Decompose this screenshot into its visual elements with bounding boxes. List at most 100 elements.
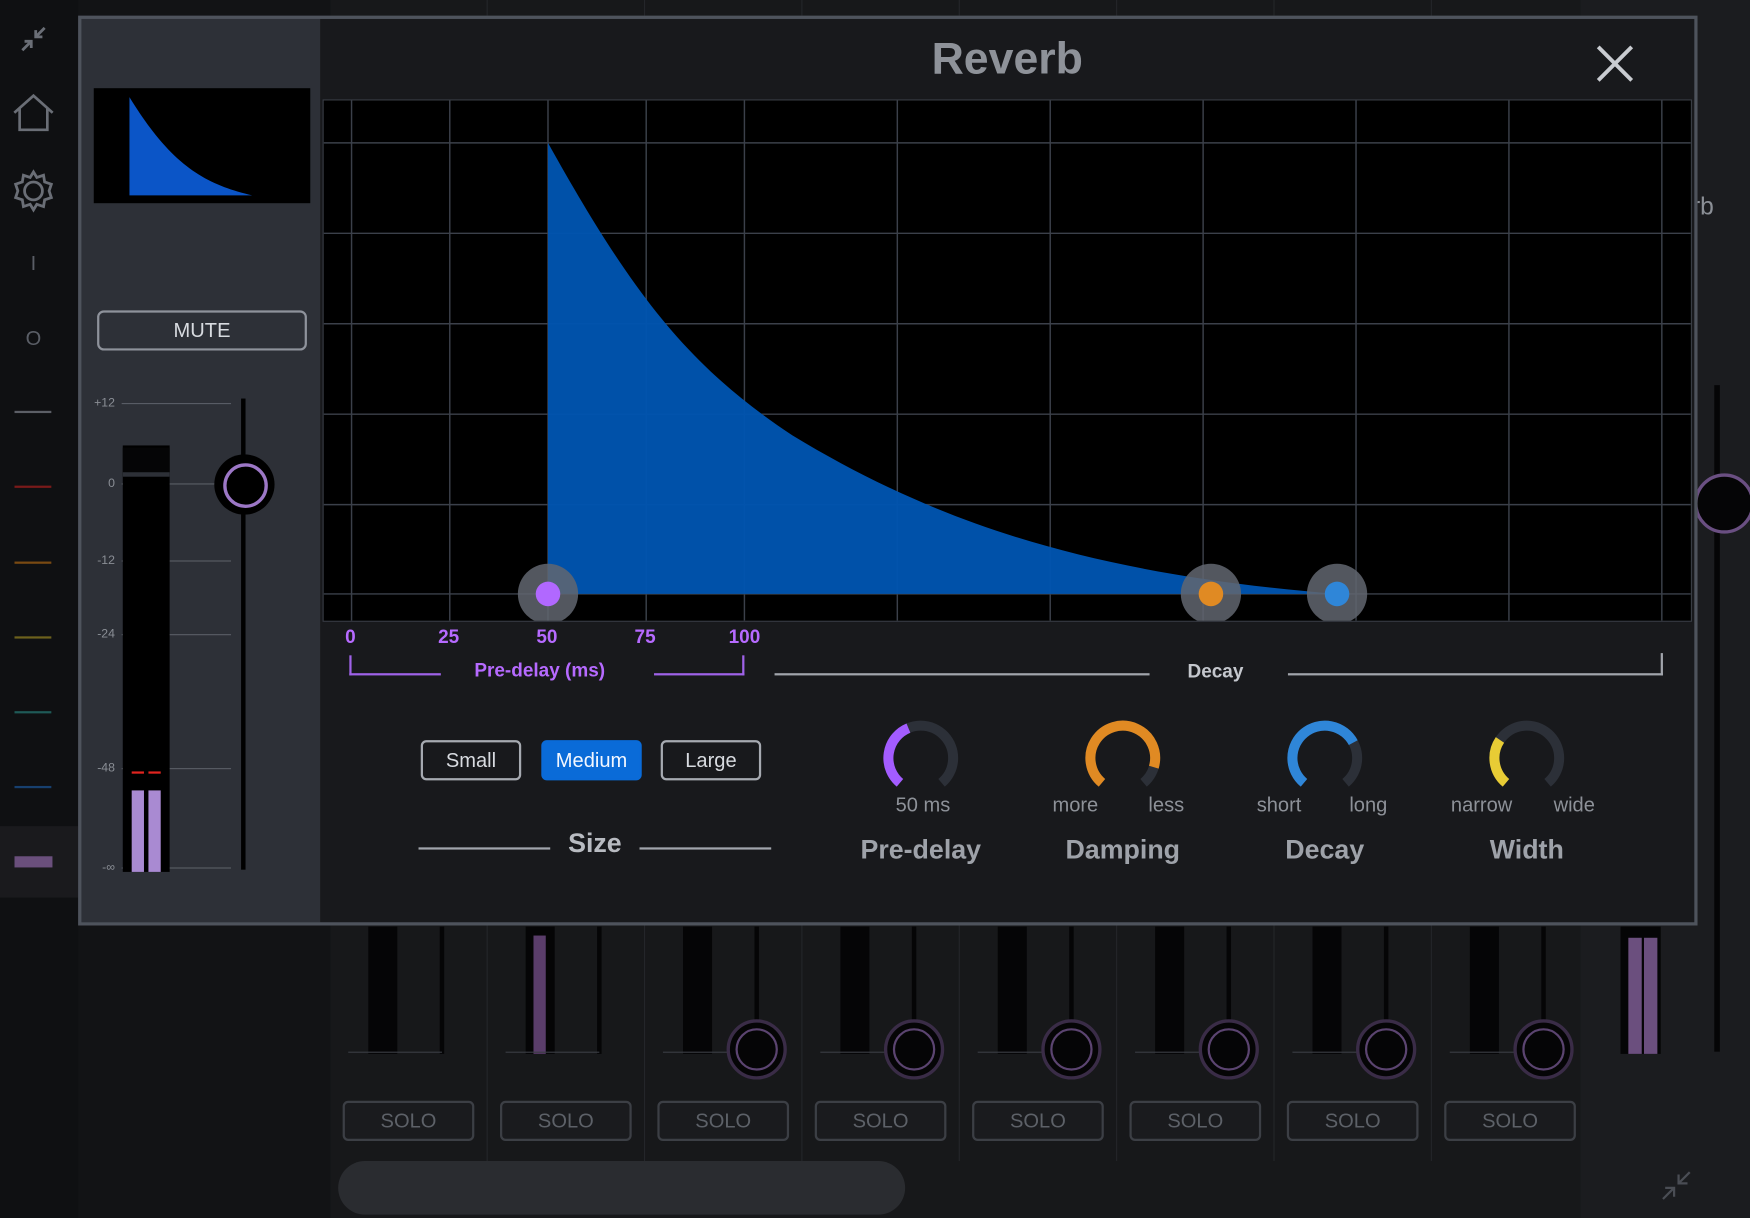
solo-button[interactable]: SOLO	[972, 1100, 1104, 1141]
bg-fader-knob[interactable]	[1198, 1019, 1259, 1080]
level-meter	[122, 445, 170, 872]
bg-meter	[1155, 926, 1185, 1054]
bg-fader-knob[interactable]	[1356, 1019, 1417, 1080]
predelay-bracket-left	[349, 655, 441, 676]
pre-delay-value: 50 ms	[895, 793, 951, 817]
channel-line[interactable]	[14, 785, 52, 789]
bg-floor-line	[505, 1051, 600, 1053]
channel-line[interactable]	[14, 485, 52, 488]
bg-fader-rail	[597, 926, 602, 1054]
size-small-button[interactable]: Small	[420, 740, 522, 781]
x-tick-label: 0	[345, 626, 356, 648]
decay-envelope	[547, 142, 1338, 594]
channel-line[interactable]	[14, 711, 52, 714]
size-divider-right	[639, 847, 772, 850]
solo-button[interactable]: SOLO	[1444, 1100, 1576, 1141]
knob-value-arc	[883, 723, 911, 787]
meter-scale-label: -∞	[102, 860, 115, 875]
knob-value-arc	[1489, 737, 1510, 787]
width-title: Width	[1489, 835, 1564, 866]
bg-fader-knob[interactable]	[1513, 1019, 1574, 1080]
volume-fader-knob[interactable]	[214, 454, 275, 515]
bg-fader-rail	[439, 926, 445, 1054]
damping-left-label: more	[1052, 793, 1099, 817]
x-tick-label: 75	[634, 626, 656, 648]
modal-left-panel: MUTE +12 0 -12 -24 -48 -∞	[81, 18, 321, 923]
collapse-arrows-icon[interactable]	[10, 16, 57, 63]
bg-fader-knob[interactable]	[726, 1019, 787, 1080]
decay-right-label: long	[1349, 793, 1388, 817]
damping-handle[interactable]	[1180, 563, 1242, 621]
channel-color-swatch	[14, 856, 53, 868]
x-tick-label: 50	[536, 626, 558, 648]
bg-meter	[525, 926, 555, 1054]
size-large-button[interactable]: Large	[660, 740, 762, 781]
decay-handle[interactable]	[1306, 563, 1368, 621]
reverb-envelope-graph[interactable]	[322, 99, 1692, 622]
bg-meter	[997, 926, 1027, 1054]
decay-axis-label: Decay	[1187, 660, 1244, 683]
bg-meter	[1469, 926, 1499, 1054]
reverb-thumbnail	[93, 88, 311, 204]
width-knob[interactable]	[1487, 718, 1567, 798]
reverb-modal: MUTE +12 0 -12 -24 -48 -∞ Reverb 0 25 50…	[78, 15, 1698, 926]
channel-line[interactable]	[14, 410, 52, 414]
decay-title: Decay	[1285, 835, 1365, 866]
size-divider-left	[418, 847, 551, 850]
input-label[interactable]: I	[20, 252, 47, 275]
master-fader-knob[interactable]	[1694, 473, 1750, 534]
width-left-label: narrow	[1450, 793, 1513, 817]
solo-button[interactable]: SOLO	[657, 1100, 790, 1141]
solo-button[interactable]: SOLO	[1129, 1100, 1262, 1141]
meter-clip-indicator	[122, 447, 170, 477]
channel-line[interactable]	[14, 636, 52, 639]
damping-right-label: less	[1148, 793, 1185, 817]
decay-bracket-left	[774, 673, 1150, 676]
solo-button[interactable]: SOLO	[1286, 1100, 1419, 1141]
predelay-axis-label: Pre-delay (ms)	[474, 659, 606, 682]
damping-title: Damping	[1065, 835, 1181, 866]
bg-fader-knob[interactable]	[883, 1019, 945, 1080]
channel-line[interactable]	[14, 561, 52, 564]
bg-meter	[368, 926, 398, 1054]
meter-scale-label: -24	[97, 627, 115, 641]
decay-knob[interactable]	[1285, 718, 1365, 798]
home-icon[interactable]	[10, 89, 57, 136]
modal-main-panel: Reverb 0 25 50 75 100 Pre-delay (ms) Dec…	[320, 18, 1695, 923]
close-icon[interactable]	[1588, 37, 1642, 91]
decay-bracket-right	[1287, 653, 1663, 676]
bg-meter	[683, 926, 713, 1054]
bg-floor-line	[348, 1051, 442, 1053]
knob-value-arc	[1287, 720, 1358, 787]
solo-button[interactable]: SOLO	[499, 1100, 632, 1141]
horizontal-scrollbar[interactable]	[338, 1161, 906, 1215]
modal-title: Reverb	[931, 34, 1083, 84]
meter-scale-line	[121, 403, 232, 405]
expand-icon[interactable]	[1658, 1168, 1694, 1204]
x-tick-label: 100	[728, 626, 761, 648]
meter-scale-label: -48	[97, 761, 115, 775]
meter-scale-label: 0	[108, 476, 115, 491]
width-right-label: wide	[1553, 793, 1595, 817]
master-meter	[1620, 926, 1661, 1054]
bg-meter	[840, 926, 870, 1054]
predelay-bracket-right	[654, 655, 745, 676]
pre-delay-knob[interactable]	[881, 718, 961, 798]
left-nav: I O	[0, 0, 79, 1218]
mute-button[interactable]: MUTE	[97, 310, 307, 351]
output-label[interactable]: O	[20, 327, 47, 350]
meter-bar-left	[131, 790, 144, 872]
size-medium-button[interactable]: Medium	[541, 740, 642, 781]
bg-fader-knob[interactable]	[1041, 1019, 1102, 1080]
solo-button[interactable]: SOLO	[814, 1100, 947, 1141]
solo-button[interactable]: SOLO	[342, 1100, 475, 1141]
gear-icon[interactable]	[10, 167, 57, 214]
meter-scale-label: +12	[94, 396, 115, 410]
meter-bar-right	[148, 790, 161, 872]
meter-scale-label: -12	[97, 553, 115, 568]
size-section-title: Size	[568, 828, 622, 859]
damping-knob[interactable]	[1083, 718, 1163, 798]
bg-meter	[1312, 926, 1342, 1054]
peak-indicator	[131, 771, 144, 774]
x-tick-label: 25	[438, 626, 460, 648]
